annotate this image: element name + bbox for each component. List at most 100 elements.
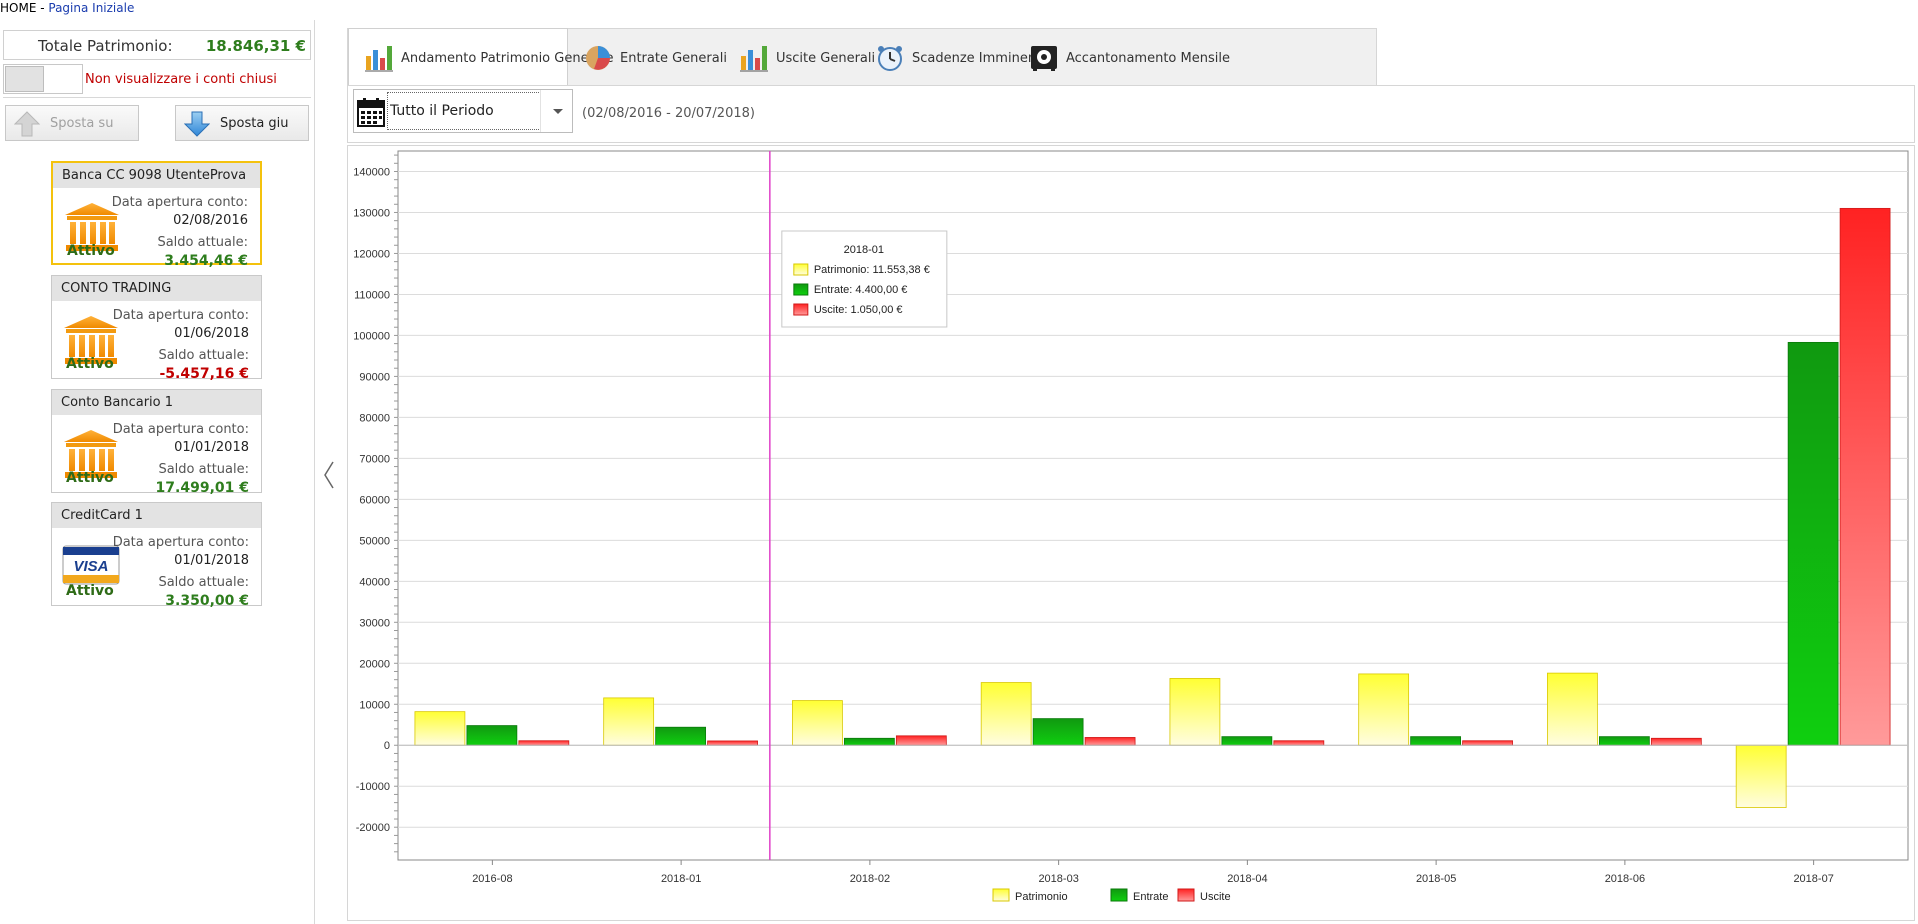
- total-assets-label: Totale Patrimonio:: [38, 37, 173, 55]
- tab-entrate-generali[interactable]: Entrate Generali: [568, 29, 727, 87]
- toggle-knob[interactable]: [5, 66, 44, 92]
- y-tick-label: 30000: [359, 617, 390, 629]
- bar-uscite-2016-08[interactable]: [518, 740, 570, 746]
- y-tick-label: 10000: [359, 699, 390, 711]
- legend-item[interactable]: Uscite: [1177, 888, 1231, 903]
- move-up-button[interactable]: Sposta su: [5, 105, 139, 141]
- balance-value: 3.454,46 €: [164, 253, 248, 269]
- legend-swatch: [1177, 888, 1195, 902]
- tab-uscite-generali[interactable]: Uscite Generali: [724, 29, 875, 87]
- bar-uscite-2018-02[interactable]: [895, 735, 947, 746]
- bar-entrate-2018-02[interactable]: [843, 737, 895, 746]
- bar-uscite-2018-06[interactable]: [1650, 737, 1702, 746]
- bar-entrate-2018-01[interactable]: [655, 726, 707, 746]
- bar-patrimonio-2018-05[interactable]: [1358, 673, 1410, 746]
- bar-entrate-2018-06[interactable]: [1598, 736, 1650, 746]
- balance-value: -5.457,16 €: [159, 366, 249, 382]
- y-tick-label: 0: [384, 740, 390, 752]
- y-tick-label: 80000: [359, 412, 390, 424]
- date-range-label: (02/08/2016 - 20/07/2018): [582, 106, 755, 121]
- plot-area: [397, 150, 1909, 861]
- x-tick-label: 2018-02: [850, 873, 890, 885]
- bar-patrimonio-2016-08[interactable]: [414, 711, 466, 746]
- safe-icon: [1030, 44, 1058, 72]
- tooltip-row: Uscite: 1.050,00 €: [814, 304, 903, 316]
- account-status: Attivo: [67, 243, 115, 259]
- bar-uscite-2018-03[interactable]: [1084, 737, 1136, 746]
- account-card[interactable]: Banca CC 9098 UtenteProva Attivo Data aper…: [51, 161, 262, 269]
- move-down-button[interactable]: Sposta giu: [175, 105, 309, 141]
- chevron-down-icon[interactable]: [540, 90, 572, 132]
- bar-entrate-2018-07[interactable]: [1787, 341, 1839, 746]
- bar-entrate-2018-03[interactable]: [1032, 718, 1084, 746]
- y-tick-label: 100000: [353, 330, 390, 342]
- bar-uscite-2018-05[interactable]: [1462, 740, 1513, 746]
- period-toolbar: Tutto il Periodo (02/08/2016 - 20/07/201…: [347, 85, 1915, 143]
- bar-patrimonio-2018-01[interactable]: [603, 697, 655, 746]
- legend-item[interactable]: Entrate: [1110, 888, 1168, 903]
- tooltip-row: Patrimonio: 11.553,38 €: [814, 264, 930, 276]
- y-tick-label: 60000: [359, 494, 390, 506]
- account-name: Banca CC 9098 UtenteProva: [53, 163, 260, 188]
- balance-label: Saldo attuale:: [157, 235, 248, 250]
- tooltip-swatch: [793, 283, 809, 296]
- collapse-sidebar-chevron-icon[interactable]: [322, 460, 336, 490]
- total-assets-box: Totale Patrimonio: 18.846,31 €: [3, 30, 311, 60]
- tab-andamento-patrimonio-generale[interactable]: Andamento Patrimonio Generale: [348, 28, 614, 88]
- bar-uscite-2018-01[interactable]: [707, 740, 758, 746]
- patrimonio-bar-chart: 1400001300001200001100001000009000080000…: [353, 150, 1909, 903]
- chart-tooltip: 2018-01 Patrimonio: 11.553,38 € Entrate: 4…: [781, 230, 948, 328]
- bar-patrimonio-2018-03[interactable]: [980, 682, 1032, 746]
- x-tick-label: 2018-04: [1227, 873, 1267, 885]
- y-tick-label: -20000: [356, 822, 390, 834]
- balance-label: Saldo attuale:: [158, 575, 249, 590]
- breadcrumb-page[interactable]: Pagina Iniziale: [48, 1, 134, 15]
- legend-swatch: [992, 888, 1010, 902]
- y-tick-label: 140000: [353, 166, 390, 178]
- open-date-label: Data apertura conto:: [112, 308, 249, 323]
- breadcrumb: HOME - Pagina Iniziale: [0, 0, 134, 18]
- open-date-label: Data apertura conto:: [111, 195, 248, 210]
- x-tick-label: 2016-08: [472, 873, 512, 885]
- bar-entrate-2018-04[interactable]: [1221, 736, 1273, 746]
- bar-uscite-2018-04[interactable]: [1273, 740, 1325, 746]
- bar-patrimonio-2018-02[interactable]: [792, 700, 843, 746]
- breadcrumb-home[interactable]: HOME: [0, 1, 36, 15]
- account-name: CreditCard 1: [52, 503, 261, 528]
- tooltip-title: 2018-01: [844, 244, 884, 256]
- legend-item[interactable]: Patrimonio: [992, 888, 1068, 903]
- y-tick-label: -10000: [356, 781, 390, 793]
- account-status: Attivo: [66, 356, 114, 372]
- period-select-value[interactable]: Tutto il Periodo: [387, 92, 541, 130]
- account-card[interactable]: CONTO TRADING Attivo Data apertura conto: 0…: [51, 275, 262, 382]
- x-tick-label: 2018-03: [1038, 873, 1078, 885]
- bar-patrimonio-2018-06[interactable]: [1547, 672, 1598, 746]
- x-tick-label: 2018-06: [1605, 873, 1645, 885]
- tooltip-swatch: [793, 303, 809, 316]
- tab-scadenze-imminenti[interactable]: Scadenze Imminenti: [860, 29, 1045, 87]
- balance-value: 3.350,00 €: [165, 593, 249, 609]
- account-card[interactable]: Conto Bancario 1 Attivo Data apertura cont…: [51, 389, 262, 496]
- bar-entrate-2016-08[interactable]: [466, 725, 518, 746]
- account-status: Attivo: [66, 583, 114, 599]
- bar-patrimonio-2018-04[interactable]: [1169, 678, 1221, 746]
- alarm-clock-icon: [876, 44, 904, 72]
- account-status: Attivo: [66, 470, 114, 486]
- tab-label: Accantonamento Mensile: [1066, 51, 1230, 66]
- account-card[interactable]: CreditCard 1 VISA Attivo Data apertura cont…: [51, 502, 262, 609]
- bar-entrate-2018-05[interactable]: [1410, 736, 1462, 746]
- tooltip-swatch: [793, 263, 809, 276]
- y-tick-label: 70000: [359, 453, 390, 465]
- bar-chart-icon: [365, 44, 393, 72]
- period-selector[interactable]: Tutto il Periodo: [353, 89, 573, 133]
- x-tick-label: 2018-07: [1793, 873, 1833, 885]
- bar-patrimonio-2018-07[interactable]: [1735, 744, 1787, 808]
- open-date-value: 01/06/2018: [174, 326, 249, 341]
- pie-chart-icon: [584, 44, 612, 72]
- open-date-label: Data apertura conto:: [112, 535, 249, 550]
- x-tick-label: 2018-05: [1416, 873, 1456, 885]
- bar-uscite-2018-07[interactable]: [1839, 207, 1891, 746]
- calendar-icon: [357, 98, 385, 127]
- tab-accantonamento-mensile[interactable]: Accantonamento Mensile: [1014, 29, 1230, 87]
- hide-closed-toggle[interactable]: [3, 64, 83, 94]
